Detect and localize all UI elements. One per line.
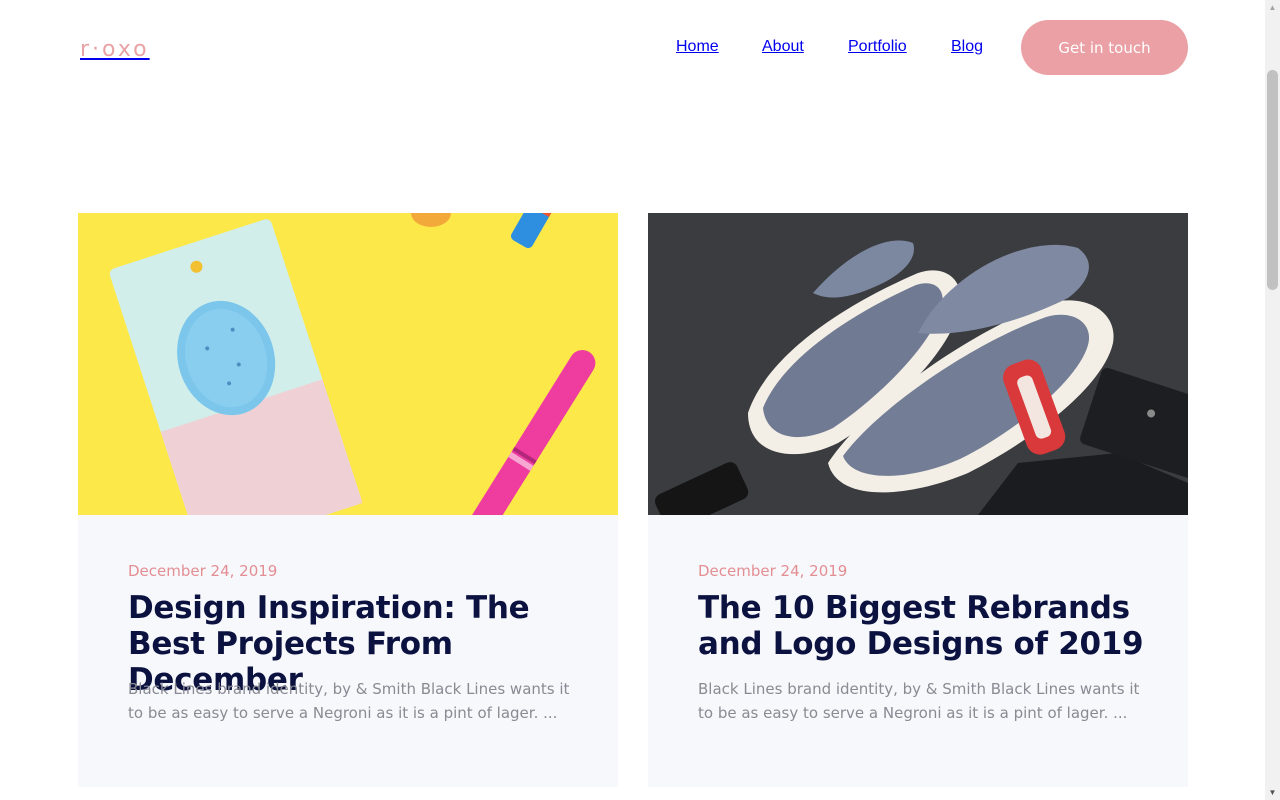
page: r·oxo Home About Portfolio Blog Get in t… bbox=[0, 0, 1265, 800]
post-date: December 24, 2019 bbox=[698, 562, 848, 580]
yellow-flatlay-image bbox=[78, 213, 618, 515]
sneakers-image bbox=[648, 213, 1188, 515]
nav-about[interactable]: About bbox=[762, 38, 804, 56]
post-excerpt: Black Lines brand identity, by & Smith B… bbox=[698, 680, 1140, 722]
site-logo[interactable]: r·oxo bbox=[80, 36, 150, 62]
post-thumbnail[interactable] bbox=[78, 213, 618, 515]
post-title[interactable]: The 10 Biggest Rebrands and Logo Designs… bbox=[698, 590, 1148, 662]
blog-post-card[interactable]: December 24, 2019 The 10 Biggest Rebrand… bbox=[648, 213, 1188, 787]
logo-text: r·oxo bbox=[80, 36, 150, 62]
post-date: December 24, 2019 bbox=[128, 562, 278, 580]
blog-post-card[interactable]: December 24, 2019 Design Inspiration: Th… bbox=[78, 213, 618, 787]
nav-blog[interactable]: Blog bbox=[951, 38, 983, 56]
post-thumbnail[interactable] bbox=[648, 213, 1188, 515]
scroll-down-arrow-icon[interactable]: ▼ bbox=[1265, 785, 1280, 800]
get-in-touch-button[interactable]: Get in touch bbox=[1021, 20, 1188, 75]
nav-portfolio[interactable]: Portfolio bbox=[848, 38, 907, 56]
post-excerpt: Black Lines brand identity, by & Smith B… bbox=[128, 680, 570, 722]
vertical-scrollbar[interactable]: ▲ ▼ bbox=[1265, 0, 1280, 800]
nav-home[interactable]: Home bbox=[676, 38, 719, 56]
scroll-up-arrow-icon[interactable]: ▲ bbox=[1265, 0, 1280, 15]
scrollbar-thumb[interactable] bbox=[1267, 70, 1278, 290]
